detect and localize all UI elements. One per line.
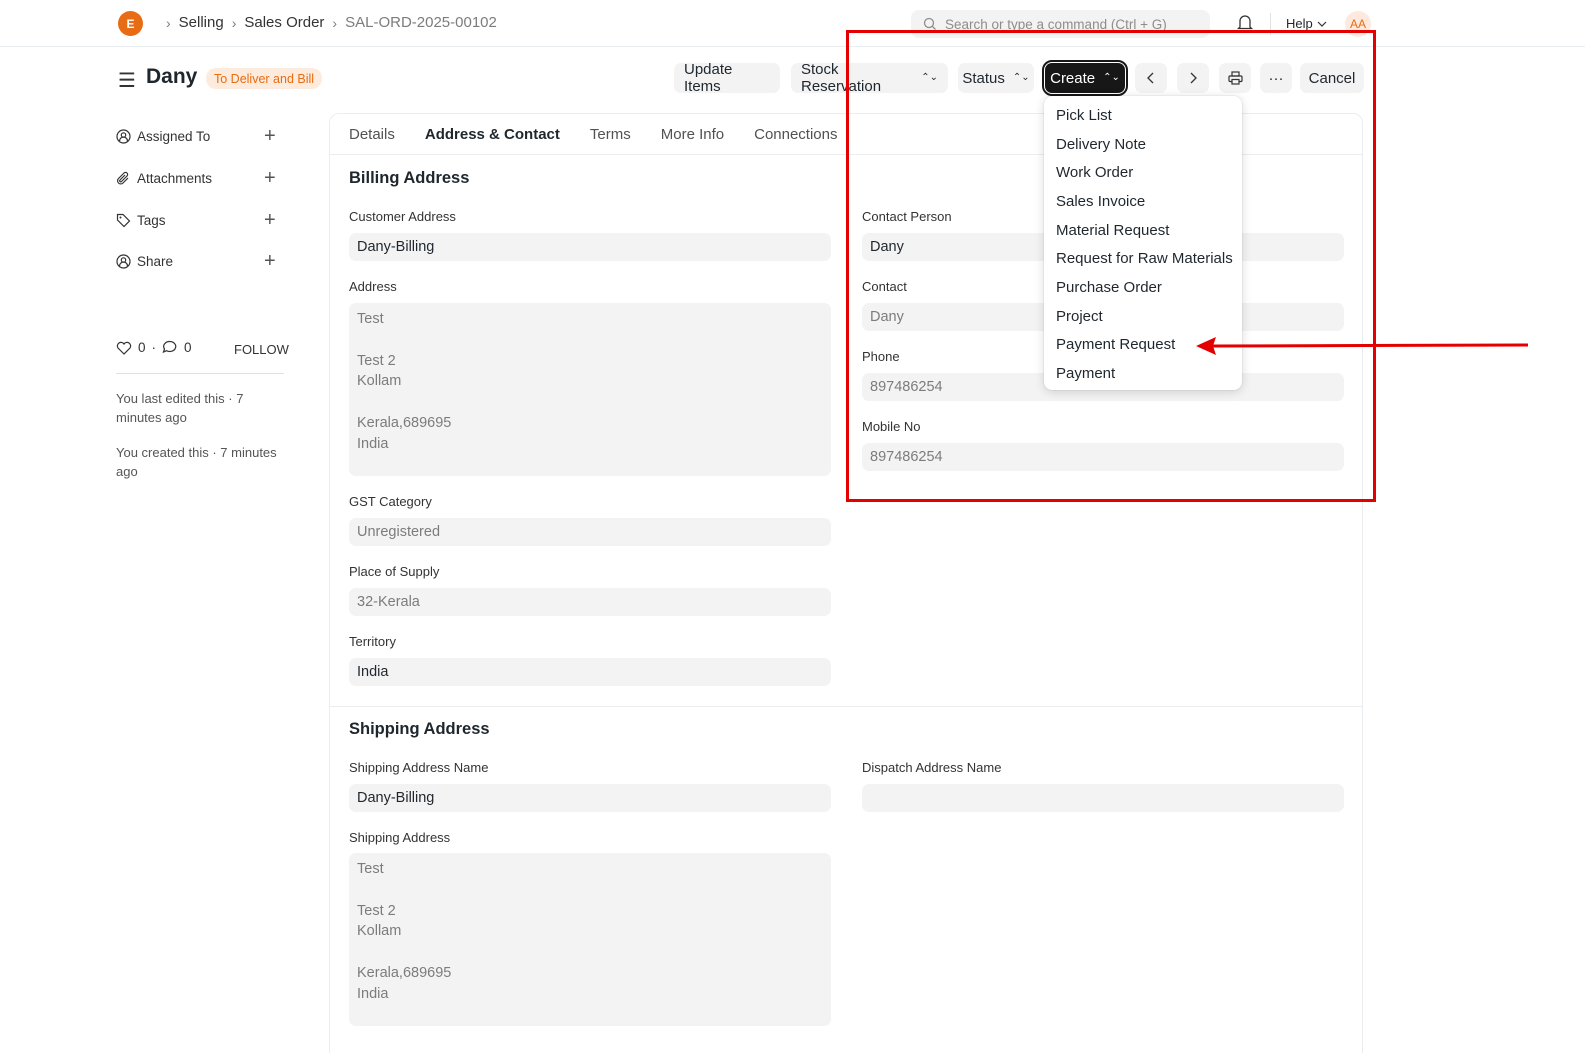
add-attachment-icon[interactable]: +: [264, 167, 276, 190]
likes-comments: 0 · 0: [116, 340, 192, 355]
heart-icon[interactable]: [116, 341, 132, 355]
breadcrumb-sales-order[interactable]: Sales Order: [244, 14, 324, 31]
sidebar-item-label: Tags: [137, 213, 166, 228]
address-display: Test Test 2 Kollam Kerala,689695 India: [349, 303, 831, 476]
chevron-right-icon: ›: [231, 14, 237, 31]
annotation-highlight-box: [846, 30, 1376, 502]
shipping-address-name-field[interactable]: Dany-Billing: [349, 784, 831, 812]
chevron-right-icon: ›: [166, 14, 171, 31]
search-icon: [923, 17, 936, 30]
comments-count: 0: [184, 340, 192, 355]
breadcrumb-document[interactable]: SAL-ORD-2025-00102: [345, 14, 497, 31]
billing-section-title: Billing Address: [349, 169, 470, 187]
chevron-right-icon: ›: [332, 14, 338, 31]
sidebar-item-label: Share: [137, 254, 174, 269]
chevron-down-icon: [1317, 21, 1327, 27]
tab-terms[interactable]: Terms: [590, 126, 631, 155]
sidebar-toggle-icon[interactable]: ☰: [118, 68, 136, 93]
territory-label: Territory: [349, 634, 396, 649]
separator-dot: ·: [151, 340, 157, 355]
follow-button[interactable]: FOLLOW: [234, 342, 289, 357]
breadcrumb-selling[interactable]: Selling: [179, 14, 224, 31]
help-menu[interactable]: Help: [1286, 16, 1327, 31]
sidebar-item-attachments[interactable]: Attachments: [116, 171, 212, 186]
likes-count: 0: [138, 340, 146, 355]
add-share-icon[interactable]: +: [264, 250, 276, 273]
sidebar-item-share[interactable]: Share: [116, 254, 173, 269]
last-edited-note: You last edited this · 7 minutes ago: [116, 391, 244, 425]
shipping-address-display: Test Test 2 Kollam Kerala,689695 India: [349, 853, 831, 1026]
tab-more-info[interactable]: More Info: [661, 126, 724, 155]
tab-address-contact[interactable]: Address & Contact: [424, 126, 560, 155]
form-tabs: Details Address & Contact Terms More Inf…: [349, 126, 838, 155]
user-add-icon: [116, 129, 131, 144]
tag-icon: [116, 213, 131, 228]
update-items-button[interactable]: Update Items: [674, 61, 780, 95]
shipping-address-label: Shipping Address: [349, 830, 451, 845]
tab-connections[interactable]: Connections: [754, 126, 837, 155]
place-of-supply-label: Place of Supply: [349, 564, 440, 579]
gst-category-label: GST Category: [349, 494, 432, 509]
dispatch-address-name-field[interactable]: [862, 784, 1344, 812]
dispatch-address-name-label: Dispatch Address Name: [862, 760, 1002, 775]
shipping-section-title: Shipping Address: [349, 720, 490, 738]
comment-icon[interactable]: [162, 340, 178, 355]
breadcrumb: › Selling › Sales Order › SAL-ORD-2025-0…: [158, 14, 497, 31]
sidebar-divider: [116, 373, 284, 374]
page-title: Dany: [146, 65, 198, 88]
customer-address-field[interactable]: Dany-Billing: [349, 233, 831, 261]
update-items-label: Update Items: [684, 61, 733, 95]
shipping-address-name-label: Shipping Address Name: [349, 760, 489, 775]
section-divider: [330, 706, 1362, 707]
share-user-icon: [116, 254, 131, 269]
address-label: Address: [349, 279, 397, 294]
paperclip-icon: [116, 171, 129, 185]
sidebar-item-tags[interactable]: Tags: [116, 213, 166, 228]
customer-address-label: Customer Address: [349, 209, 456, 224]
territory-field[interactable]: India: [349, 658, 831, 686]
created-note: You created this · 7 minutes ago: [116, 445, 277, 479]
gst-category-field: Unregistered: [349, 518, 831, 546]
help-label: Help: [1286, 16, 1313, 31]
status-badge: To Deliver and Bill: [206, 68, 323, 89]
sidebar-item-label: Assigned To: [137, 129, 211, 144]
sidebar-item-assigned-to[interactable]: Assigned To: [116, 129, 210, 144]
add-tag-icon[interactable]: +: [264, 209, 276, 232]
tab-details[interactable]: Details: [349, 126, 395, 155]
sidebar-item-label: Attachments: [137, 171, 213, 186]
app-logo[interactable]: E: [118, 11, 143, 36]
add-assignee-icon[interactable]: +: [264, 125, 276, 148]
place-of-supply-field: 32-Kerala: [349, 588, 831, 616]
